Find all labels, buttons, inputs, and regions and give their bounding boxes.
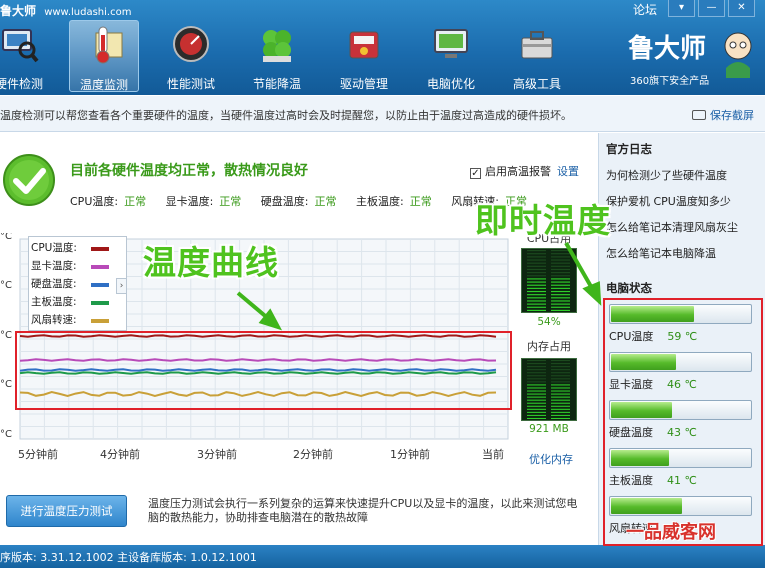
watermark-text: 一品威客网 xyxy=(626,522,716,543)
arrow-icon xyxy=(564,242,602,306)
annotation-arrows xyxy=(236,242,602,331)
arrow-icon xyxy=(236,291,283,331)
